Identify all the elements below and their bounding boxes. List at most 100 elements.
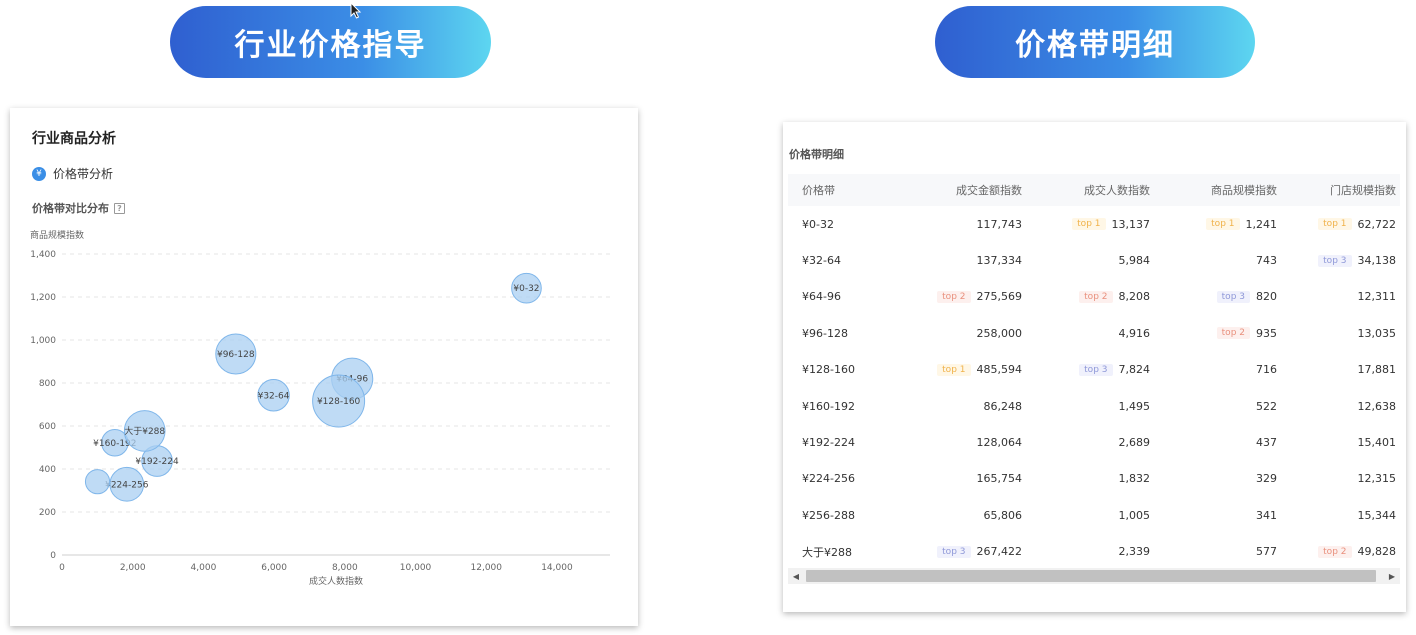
cell-goods: top 3 820 (1150, 290, 1277, 303)
table-row[interactable]: ¥224-256 165,754 1,832 329 12,315 (788, 461, 1400, 497)
cell-value: 13,035 (1357, 326, 1397, 340)
industry-price-guide-banner: 行业价格指导 (170, 6, 491, 78)
scroll-thumb[interactable] (806, 570, 1376, 582)
help-icon[interactable]: ? (114, 202, 125, 214)
cell-amount: top 3 267,422 (898, 545, 1022, 558)
col-header-people[interactable]: 成交人数指数 (1022, 182, 1150, 198)
cell-stores: 12,638 (1277, 400, 1400, 413)
table-row[interactable]: ¥64-96 top 2 275,569 top 2 8,208 top 3 820 12,3… (788, 279, 1400, 315)
price-band-detail-banner: 价格带明细 (935, 6, 1255, 78)
table-row[interactable]: ¥192-224 128,064 2,689 437 15,401 (788, 424, 1400, 460)
x-tick-label: 8,000 (332, 563, 358, 573)
chart-title-text: 价格带对比分布 (32, 202, 109, 215)
cell-goods: 743 (1150, 254, 1277, 267)
cell-goods: 329 (1150, 472, 1277, 485)
rank-badge: top 3 (1318, 254, 1352, 267)
cell-stores: 15,344 (1277, 509, 1400, 522)
rank-badge: top 3 (1216, 290, 1250, 303)
table-row[interactable]: 大于¥288 top 3 267,422 2,339 577 top 2 49,828 (788, 534, 1400, 564)
cell-amount: 128,064 (898, 436, 1023, 449)
cell-value: 258,000 (976, 326, 1023, 340)
cell-value: 15,401 (1357, 436, 1397, 450)
table-row[interactable]: ¥160-192 86,248 1,495 522 12,638 (788, 388, 1400, 424)
cell-value: 1,495 (1118, 399, 1151, 413)
table-row[interactable]: ¥32-64 137,334 5,984 743 top 3 34,138 (788, 242, 1400, 278)
cell-people: 2,689 (1022, 436, 1151, 450)
cell-goods: top 2 935 (1150, 327, 1277, 340)
cell-value: 34,138 (1357, 254, 1397, 268)
table-body: ¥0-32 117,743 top 1 13,137 top 1 1,241 top 1 62… (788, 206, 1400, 564)
cell-amount: 65,806 (898, 508, 1023, 522)
price-band-table: 价格带 成交金额指数 成交人数指数 商品规模指数 门店规模指数 ¥0-32 117… (788, 174, 1400, 564)
table-row[interactable]: ¥96-128 258,000 4,916 top 2 935 13,035 (788, 315, 1400, 351)
horizontal-scrollbar[interactable]: ◀ ▶ (788, 568, 1400, 584)
scroll-track[interactable] (804, 568, 1384, 584)
table-row[interactable]: ¥0-32 117,743 top 1 13,137 top 1 1,241 top 1 62… (788, 206, 1400, 242)
cell-value: 137,334 (976, 254, 1023, 268)
cell-value: 7,824 (1118, 363, 1151, 377)
cell-value: 267,422 (976, 545, 1023, 559)
cell-value: 8,208 (1118, 290, 1151, 304)
rank-badge: top 2 (937, 290, 971, 303)
cell-goods: 437 (1150, 436, 1277, 449)
scroll-left-icon[interactable]: ◀ (788, 568, 804, 584)
bubble-label: ¥224-256 (105, 480, 149, 490)
table-row[interactable]: ¥256-288 65,806 1,005 341 15,344 (788, 497, 1400, 533)
x-tick-label: 10,000 (400, 563, 432, 573)
cell-price-band: ¥256-288 (802, 508, 855, 522)
cell-value: 12,638 (1357, 399, 1397, 413)
y-tick-label: 800 (39, 379, 56, 389)
x-tick-label: 2,000 (120, 563, 146, 573)
cell-value: 935 (1256, 326, 1277, 340)
cell-value: 329 (1256, 472, 1277, 486)
y-tick-label: 400 (39, 465, 56, 475)
cell-amount: 137,334 (898, 254, 1023, 268)
chart-title: 价格带对比分布 ? (32, 200, 125, 216)
cell-price-band: ¥0-32 (802, 217, 834, 231)
cell-amount: top 1 485,594 (898, 363, 1022, 376)
cell-price-band: ¥224-256 (802, 472, 855, 486)
cell-goods: 577 (1150, 545, 1277, 558)
scroll-right-icon[interactable]: ▶ (1384, 568, 1400, 584)
table-row[interactable]: ¥128-160 top 1 485,594 top 3 7,824 716 17,881 (788, 352, 1400, 388)
col-header-band[interactable]: 价格带 (788, 182, 898, 198)
cell-people: 2,339 (1022, 545, 1151, 558)
col-header-amount[interactable]: 成交金额指数 (898, 182, 1022, 198)
price-band-analysis-label: 价格带分析 (53, 167, 114, 181)
cell-goods: 716 (1150, 363, 1277, 376)
rank-badge: top 3 (1079, 363, 1113, 376)
cell-value: 1,005 (1118, 508, 1151, 522)
y-tick-label: 600 (39, 422, 56, 432)
card-title: 行业商品分析 (32, 131, 116, 147)
cell-amount: top 2 275,569 (898, 290, 1022, 303)
y-tick-label: 1,400 (30, 250, 56, 260)
bubble-point (84, 469, 111, 495)
cell-value: 577 (1256, 545, 1277, 559)
rank-badge: top 1 (1072, 218, 1106, 231)
price-band-analysis-item[interactable]: ¥ 价格带分析 (32, 165, 113, 182)
rank-badge: top 2 (1318, 545, 1352, 558)
cell-price-band: ¥64-96 (802, 290, 841, 304)
cell-amount: 165,754 (898, 472, 1023, 485)
cell-goods: 341 (1150, 509, 1277, 522)
y-axis-label: 商品规模指数 (30, 229, 84, 241)
cell-value: 65,806 (983, 508, 1023, 522)
cell-price-band: ¥96-128 (802, 326, 848, 340)
bubble-label: ¥192-224 (135, 457, 179, 467)
cell-amount: 258,000 (898, 326, 1023, 340)
cell-value: 485,594 (976, 363, 1023, 377)
cell-value: 1,832 (1118, 472, 1151, 486)
cell-goods: top 1 1,241 (1150, 218, 1277, 231)
cell-people: top 3 7,824 (1022, 363, 1150, 376)
table-header: 价格带 成交金额指数 成交人数指数 商品规模指数 门店规模指数 (788, 174, 1400, 206)
x-tick-label: 12,000 (471, 563, 503, 573)
cell-value: 2,689 (1118, 436, 1151, 450)
cell-value: 716 (1256, 363, 1277, 377)
col-header-stores[interactable]: 门店规模指数 (1277, 182, 1400, 198)
cell-people: 1,832 (1022, 472, 1151, 486)
col-header-goods[interactable]: 商品规模指数 (1150, 182, 1277, 198)
cell-value: 13,137 (1111, 217, 1151, 231)
x-tick-label: 4,000 (191, 563, 217, 573)
bubble-label: ¥128-160 (317, 397, 361, 407)
cell-stores: 17,881 (1277, 363, 1400, 376)
